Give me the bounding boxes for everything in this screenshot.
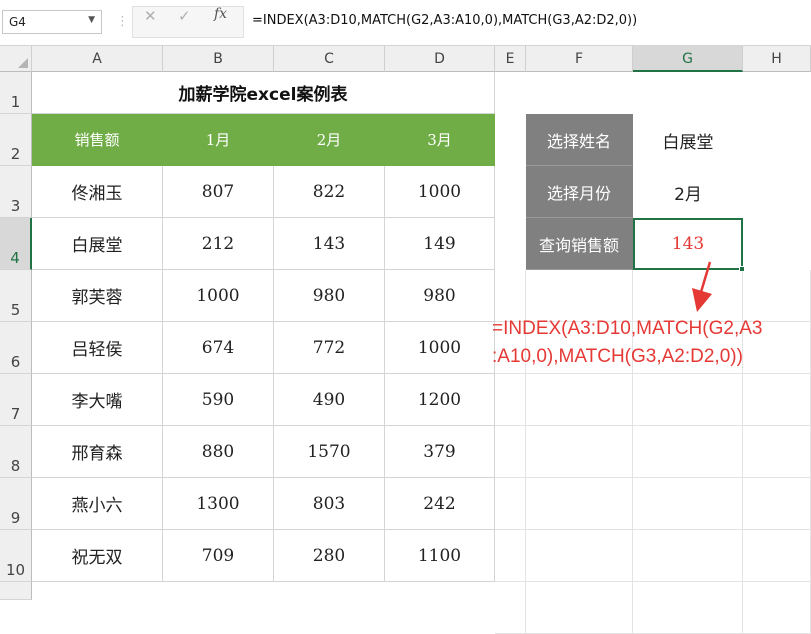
row-header-1[interactable]: 1 — [0, 72, 32, 114]
lookup-name-label[interactable]: 选择姓名 — [526, 114, 633, 166]
table-row-value-cell[interactable]: 1570 — [274, 426, 385, 478]
empty-cell[interactable] — [743, 582, 811, 634]
header-month-3[interactable]: 3月 — [385, 114, 495, 166]
table-row-name-cell[interactable]: 燕小六 — [32, 478, 163, 530]
enter-icon[interactable]: ✓ — [178, 7, 191, 25]
table-row-value-cell[interactable]: 772 — [274, 322, 385, 374]
table-row-value-cell[interactable]: 1100 — [385, 530, 495, 582]
column-header-e[interactable]: E — [495, 46, 526, 72]
empty-cell[interactable] — [495, 530, 526, 582]
arrow-icon — [692, 261, 712, 312]
empty-cell[interactable] — [495, 374, 526, 426]
empty-cell[interactable] — [633, 270, 743, 322]
row-header-3[interactable]: 3 — [0, 166, 32, 218]
active-cell-border — [633, 218, 743, 270]
table-row-name-cell[interactable]: 吕轻侯 — [32, 322, 163, 374]
empty-cell[interactable] — [495, 426, 526, 478]
table-row-value-cell[interactable]: 674 — [163, 322, 274, 374]
table-row-value-cell[interactable]: 980 — [274, 270, 385, 322]
empty-cell[interactable] — [743, 426, 811, 478]
empty-cell[interactable] — [526, 530, 633, 582]
empty-cell[interactable] — [743, 530, 811, 582]
empty-cell[interactable] — [526, 426, 633, 478]
header-month-2[interactable]: 2月 — [274, 114, 385, 166]
lookup-result-label[interactable]: 查询销售额 — [526, 218, 633, 270]
column-header-a[interactable]: A — [32, 46, 163, 72]
column-header-b[interactable]: B — [163, 46, 274, 72]
lookup-name-value[interactable]: 白展堂 — [633, 114, 743, 166]
table-row-value-cell[interactable]: 803 — [274, 478, 385, 530]
lookup-month-value[interactable]: 2月 — [633, 166, 743, 218]
table-row-value-cell[interactable]: 822 — [274, 166, 385, 218]
table-row-value-cell[interactable]: 1000 — [385, 166, 495, 218]
fill-handle[interactable] — [739, 266, 745, 272]
row-header-4[interactable]: 4 — [0, 218, 32, 270]
table-row-value-cell[interactable]: 242 — [385, 478, 495, 530]
name-box-value: G4 — [9, 15, 26, 29]
lookup-month-label[interactable]: 选择月份 — [526, 166, 633, 218]
empty-cell[interactable] — [633, 478, 743, 530]
empty-cell[interactable] — [526, 478, 633, 530]
table-row-value-cell[interactable]: 1200 — [385, 374, 495, 426]
column-header-c[interactable]: C — [274, 46, 385, 72]
table-row-value-cell[interactable]: 143 — [274, 218, 385, 270]
row-header-2[interactable]: 2 — [0, 114, 32, 166]
row-header-7[interactable]: 7 — [0, 374, 32, 426]
row-header-10[interactable]: 10 — [0, 530, 32, 582]
sheet-title[interactable]: 加薪学院excel案例表 — [32, 72, 495, 114]
column-header-g[interactable]: G — [633, 46, 743, 72]
insert-function-icon[interactable]: fx — [214, 6, 227, 22]
table-row-value-cell[interactable]: 149 — [385, 218, 495, 270]
select-all-button[interactable] — [0, 46, 32, 72]
table-row-value-cell[interactable]: 1000 — [385, 322, 495, 374]
formula-annotation-line-1: =INDEX(A3:D10,MATCH(G2,A3 — [492, 318, 763, 339]
empty-cell[interactable] — [743, 270, 811, 322]
table-row-name-cell[interactable]: 白展堂 — [32, 218, 163, 270]
column-header-f[interactable]: F — [526, 46, 633, 72]
table-row-name-cell[interactable]: 李大嘴 — [32, 374, 163, 426]
empty-cell[interactable] — [526, 582, 633, 634]
empty-cell[interactable] — [526, 374, 633, 426]
table-row-value-cell[interactable]: 1300 — [163, 478, 274, 530]
table-row-value-cell[interactable]: 379 — [385, 426, 495, 478]
table-row-name-cell[interactable]: 佟湘玉 — [32, 166, 163, 218]
empty-cell[interactable] — [633, 582, 743, 634]
table-row-value-cell[interactable]: 1000 — [163, 270, 274, 322]
formula-input[interactable]: =INDEX(A3:D10,MATCH(G2,A3:A10,0),MATCH(G… — [252, 13, 637, 28]
column-header-h[interactable]: H — [743, 46, 811, 72]
cancel-icon[interactable]: ✕ — [144, 7, 157, 25]
table-row-value-cell[interactable]: 212 — [163, 218, 274, 270]
empty-cell[interactable] — [633, 374, 743, 426]
empty-cell[interactable] — [495, 582, 526, 634]
empty-cell[interactable] — [743, 374, 811, 426]
chevron-down-icon[interactable]: ▼ — [88, 15, 95, 25]
empty-cell[interactable] — [526, 270, 633, 322]
table-row-value-cell[interactable]: 807 — [163, 166, 274, 218]
name-box[interactable]: G4 ▼ — [2, 10, 102, 34]
empty-cell[interactable] — [495, 478, 526, 530]
header-month-1[interactable]: 1月 — [163, 114, 274, 166]
formula-annotation-line-2: :A10,0),MATCH(G3,A2:D2,0)) — [492, 346, 743, 367]
row-header-11[interactable] — [0, 582, 32, 600]
table-row-name-cell[interactable]: 祝无双 — [32, 530, 163, 582]
empty-cell[interactable] — [743, 478, 811, 530]
table-row-name-cell[interactable]: 邢育森 — [32, 426, 163, 478]
row-header-5[interactable]: 5 — [0, 270, 32, 322]
table-row-value-cell[interactable]: 880 — [163, 426, 274, 478]
empty-cell[interactable] — [633, 530, 743, 582]
column-header-d[interactable]: D — [385, 46, 495, 72]
empty-cell[interactable] — [633, 426, 743, 478]
drag-handle-icon[interactable]: ⋮ — [116, 14, 129, 29]
row-header-8[interactable]: 8 — [0, 426, 32, 478]
row-header-9[interactable]: 9 — [0, 478, 32, 530]
table-row-value-cell[interactable]: 709 — [163, 530, 274, 582]
empty-cell[interactable] — [495, 270, 526, 322]
table-row-value-cell[interactable]: 980 — [385, 270, 495, 322]
header-sales[interactable]: 销售额 — [32, 114, 163, 166]
table-row-value-cell[interactable]: 280 — [274, 530, 385, 582]
table-row-value-cell[interactable]: 590 — [163, 374, 274, 426]
row-header-6[interactable]: 6 — [0, 322, 32, 374]
table-row-name-cell[interactable]: 郭芙蓉 — [32, 270, 163, 322]
table-row-value-cell[interactable]: 490 — [274, 374, 385, 426]
